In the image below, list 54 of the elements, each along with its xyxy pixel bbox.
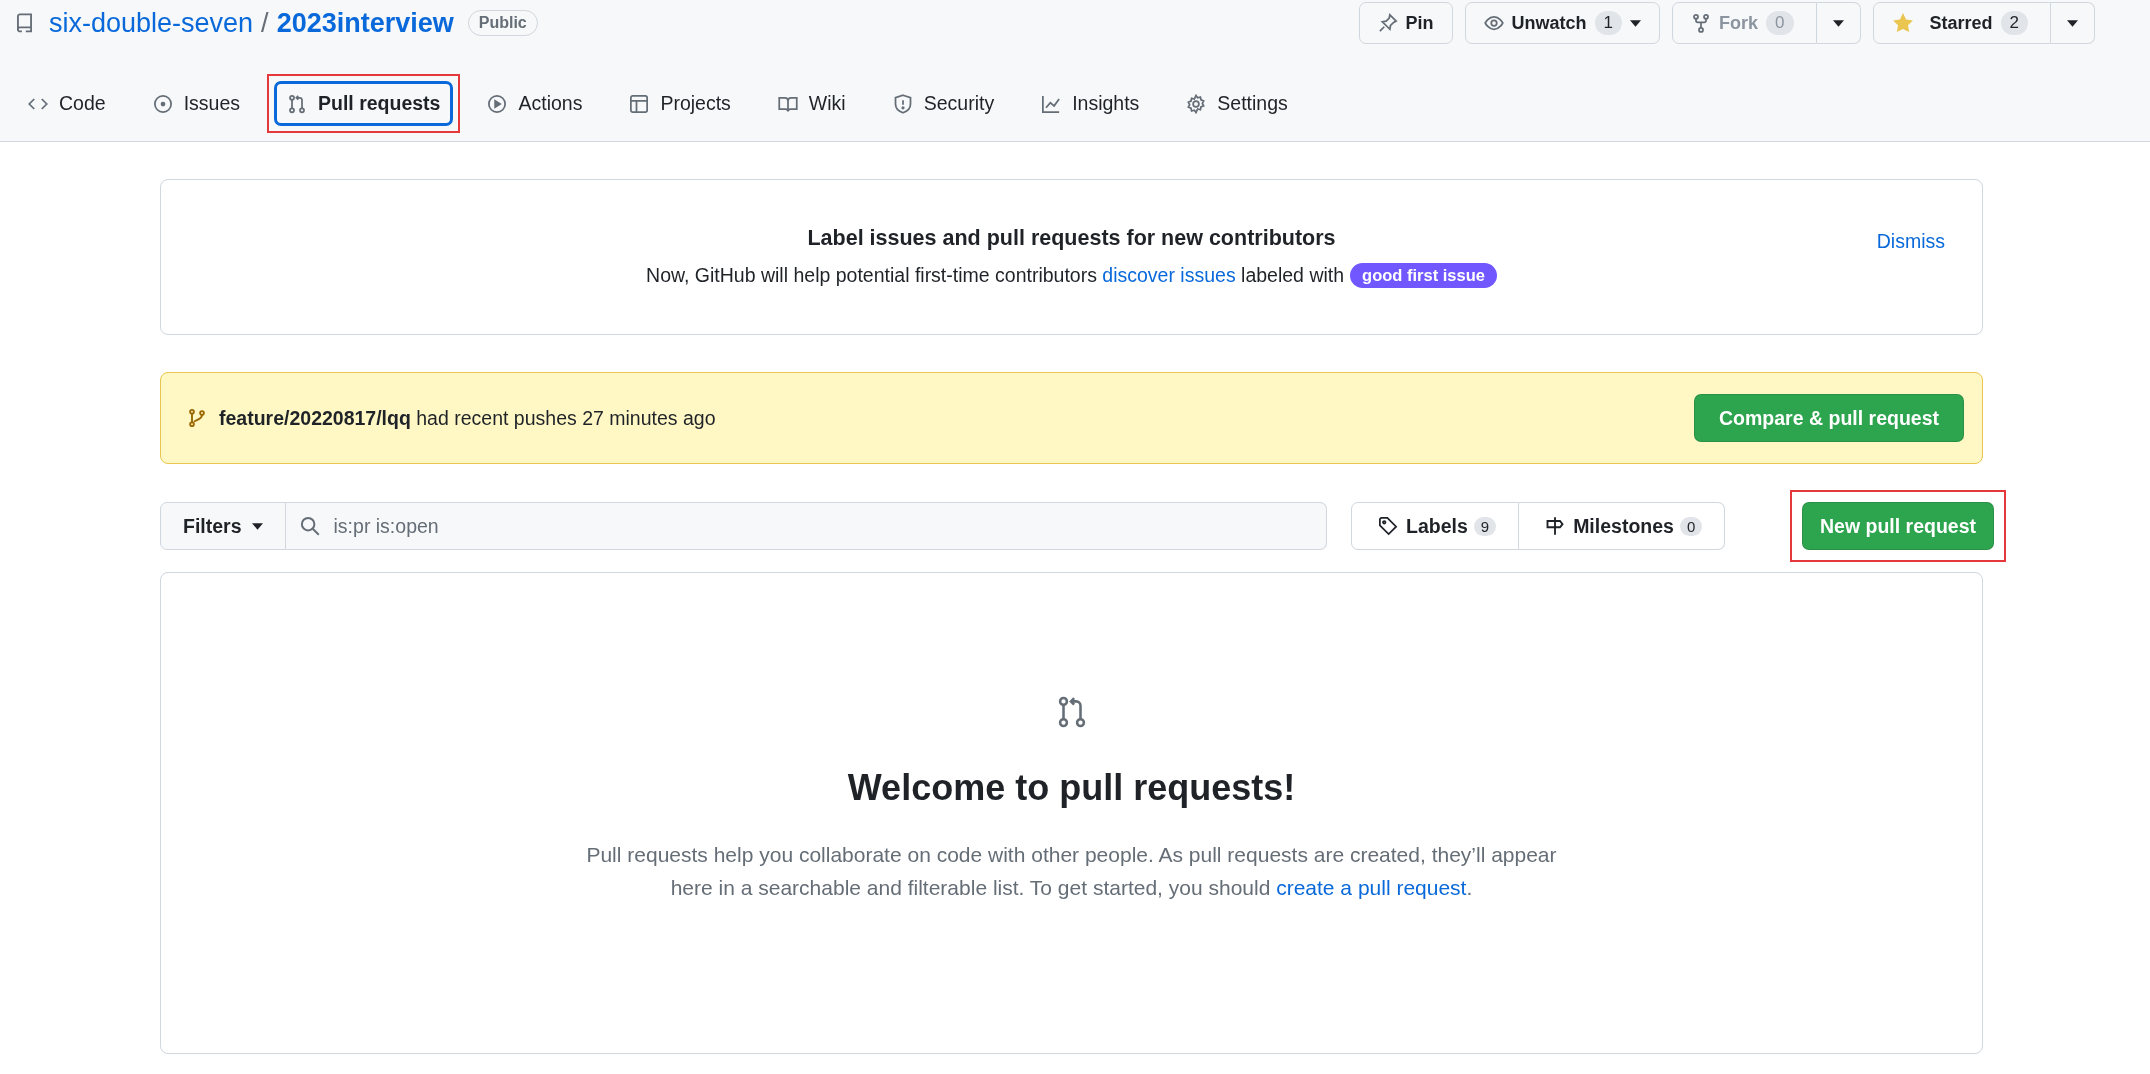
labels-button[interactable]: Labels 9 <box>1351 502 1520 550</box>
tag-icon <box>1378 516 1398 536</box>
caret-icon <box>1630 19 1641 27</box>
repo-name-link[interactable]: 2023interview <box>276 7 454 39</box>
fork-icon <box>1691 13 1711 33</box>
pull-request-icon <box>287 93 307 114</box>
repo-owner-link[interactable]: six-double-seven <box>49 7 254 39</box>
nav-tab[interactable]: Issues <box>139 81 253 126</box>
repo-icon <box>14 12 35 34</box>
nav-tab[interactable]: Pull requests <box>274 81 454 126</box>
pin-icon <box>1377 13 1398 33</box>
count-badge: 9 <box>1473 516 1497 536</box>
count-badge: 0 <box>1766 11 1794 35</box>
search-field[interactable]: is:pr is:open <box>285 502 1327 550</box>
caret-icon <box>2067 19 2078 27</box>
discover-issues-link[interactable]: discover issues <box>1102 264 1236 286</box>
eye-icon <box>1483 13 1504 33</box>
empty-state-text: Pull requests help you collaborate on code with other people. As pull requests are created, they’ll appear here in a searchable and filterable list. To get started, you should create a pull request. <box>585 842 1558 901</box>
banner-text: Now, GitHub will help potential first-time contributors discover issues labeled with <box>646 264 1345 287</box>
push-message: feature/20220817/lqq had recent pushes 27 minutes ago <box>219 406 716 430</box>
path-separator: / <box>261 7 269 39</box>
settings-icon <box>1186 93 1207 114</box>
count-badge: 2 <box>2000 11 2028 35</box>
graph-icon <box>1041 93 1062 114</box>
dismiss-link[interactable]: Dismiss <box>1876 230 1945 253</box>
repo-action-button[interactable]: Unwatch 1 <box>1464 2 1660 44</box>
signpost-icon <box>1545 516 1566 536</box>
issue-label: good first issue <box>1350 263 1497 288</box>
count-badge: 0 <box>1679 516 1703 536</box>
banner-title: Label issues and pull requests for new contributors <box>807 226 1336 251</box>
count-badge: 1 <box>1594 11 1622 35</box>
milestones-button[interactable]: Milestones 0 <box>1519 502 1726 550</box>
branch-icon <box>187 408 207 428</box>
table-icon <box>629 93 650 114</box>
repo-action-button[interactable]: Pin <box>1358 2 1453 44</box>
repo-action-button[interactable]: Starred 2 <box>1872 2 2051 44</box>
circle-dot-icon <box>152 93 173 114</box>
nav-tab[interactable]: Security <box>879 81 1008 126</box>
empty-state-title: Welcome to pull requests! <box>847 767 1296 809</box>
dropdown-button[interactable] <box>1816 2 1861 44</box>
caret-icon <box>251 522 263 530</box>
dropdown-button[interactable] <box>2051 2 2095 44</box>
nav-tab[interactable]: Insights <box>1028 81 1153 126</box>
create-pull-request-link[interactable]: create a pull request <box>1276 875 1467 899</box>
nav-tab[interactable]: Actions <box>474 81 596 126</box>
nav-tab[interactable]: Projects <box>616 81 744 126</box>
play-icon <box>487 93 508 114</box>
nav-tab[interactable]: Wiki <box>764 81 859 126</box>
shield-icon <box>892 93 913 114</box>
caret-icon <box>1832 19 1844 27</box>
star-icon <box>1891 12 1914 34</box>
nav-tab[interactable]: Settings <box>1173 81 1301 126</box>
filters-button[interactable]: Filters <box>160 502 286 550</box>
nav-tab[interactable]: Code <box>15 81 119 126</box>
